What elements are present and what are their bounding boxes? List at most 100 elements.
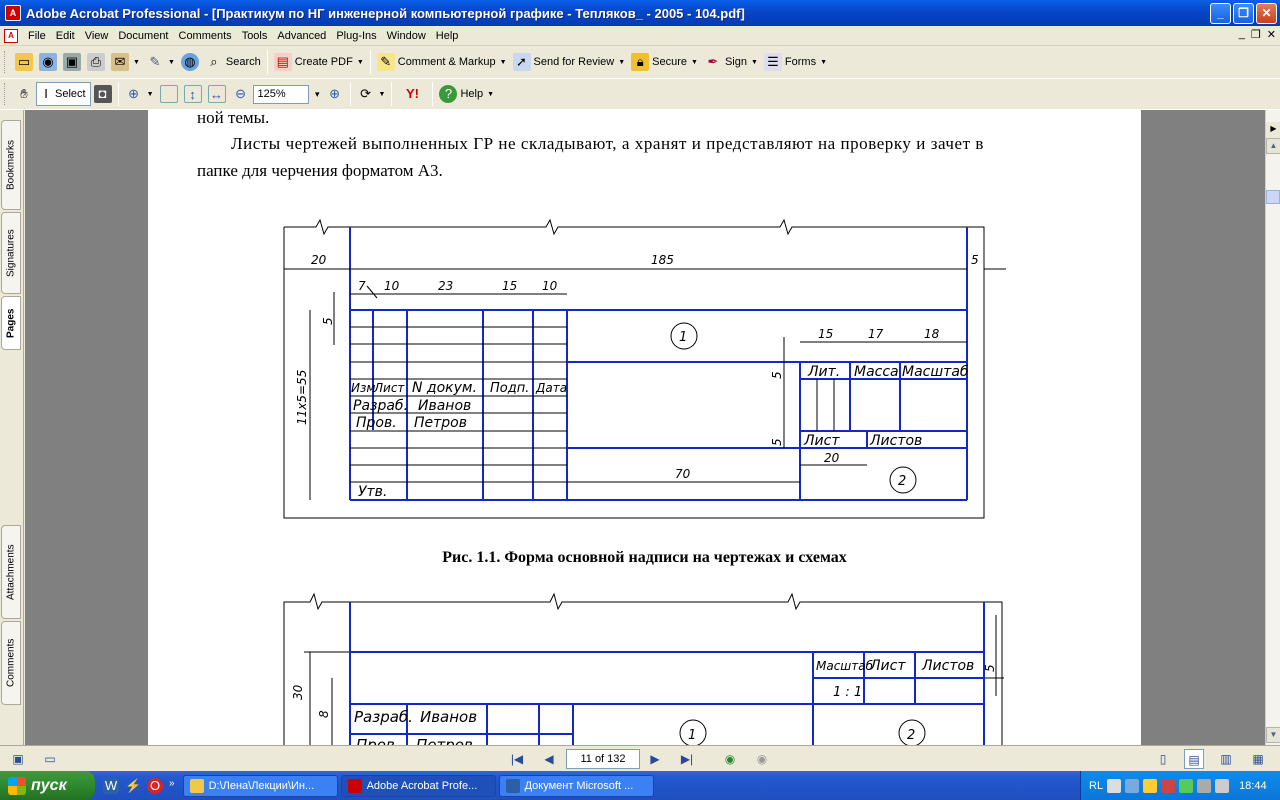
start-button[interactable]: пуск (0, 771, 95, 800)
menu-tools[interactable]: Tools (237, 27, 273, 45)
acrobat-app-icon[interactable]: A (5, 5, 21, 21)
camera-icon: ◘ (93, 85, 112, 103)
create-pdf-button[interactable]: ▤ Create PDF ▼ (271, 50, 367, 74)
task-word[interactable]: Документ Microsoft ... (498, 774, 654, 797)
tab-comments[interactable]: Comments (1, 621, 21, 705)
scroll-up-button[interactable]: ▲ (1266, 138, 1280, 154)
fit-width-button[interactable]: ↔ (205, 82, 229, 106)
panel-toggle-button[interactable]: ▣ (8, 749, 28, 769)
cell-data: Дата (535, 381, 567, 395)
scroll-down-button[interactable]: ▼ (1266, 727, 1280, 743)
single-page-view-button[interactable]: ▯ (1153, 749, 1173, 769)
page-number-field[interactable]: 11 of 132 (566, 749, 640, 769)
menu-advanced[interactable]: Advanced (272, 27, 331, 45)
attach-button[interactable]: ✎ ▼ (143, 50, 178, 74)
open-button[interactable]: ▭ (12, 50, 36, 74)
tray-icon-6[interactable] (1197, 778, 1212, 793)
tab-bookmarks[interactable]: Bookmarks (1, 120, 21, 210)
dim-20b: 20 (824, 451, 840, 465)
vertical-scrollbar[interactable]: ▶ ▲ ▼ (1265, 110, 1280, 745)
hand-tool-button[interactable]: ✋︎ (12, 82, 36, 106)
search-button[interactable]: ⌕ Search (202, 50, 264, 74)
zoom-tool-button[interactable]: ⊕ ▼ (122, 82, 157, 106)
forms-button[interactable]: ☰ Forms ▼ (761, 50, 830, 74)
cell-razrab-2: Разраб. (354, 708, 413, 726)
task-explorer[interactable]: D:\Лена\Лекции\Ин... (182, 774, 338, 797)
select-tool-button[interactable]: I Select (36, 82, 91, 106)
yahoo-button[interactable]: Y! (395, 82, 429, 106)
scroll-thumb[interactable] (1266, 190, 1280, 204)
page-size-button[interactable]: ▭ (40, 749, 60, 769)
last-page-button[interactable]: ▶| (677, 749, 697, 769)
facing-view-button[interactable]: ▥ (1216, 749, 1236, 769)
document-icon[interactable]: A (4, 28, 18, 43)
menu-plugins[interactable]: Plug-Ins (331, 27, 381, 45)
first-page-button[interactable]: |◀ (507, 749, 527, 769)
sign-button[interactable]: ✒ Sign ▼ (701, 50, 761, 74)
fit-page-button[interactable]: ↕ (181, 82, 205, 106)
hand-icon: ✋︎ (20, 86, 28, 101)
dim-15a: 15 (502, 279, 517, 293)
acrobat-icon (347, 778, 362, 793)
help-button[interactable]: ? Help ▼ (436, 82, 497, 106)
menu-file[interactable]: File (23, 27, 51, 45)
tab-pages[interactable]: Pages (1, 296, 21, 350)
next-page-button[interactable]: ▶ (645, 749, 665, 769)
clock[interactable]: 18:44 (1239, 780, 1267, 792)
rotate-button[interactable]: ⟳ ▼ (354, 82, 389, 106)
toolbar-grip-2[interactable] (4, 83, 7, 105)
tray-icon-1[interactable] (1107, 778, 1122, 793)
previous-page-button[interactable]: ◀ (539, 749, 559, 769)
tray-icon-7[interactable] (1215, 778, 1230, 793)
minimize-button[interactable]: _ (1210, 3, 1231, 24)
menu-view[interactable]: View (80, 27, 114, 45)
close-button[interactable]: ✕ (1256, 3, 1277, 24)
zoom-out-button[interactable]: ⊖ (229, 82, 253, 106)
print-button[interactable]: ⎙ (84, 50, 108, 74)
menu-help[interactable]: Help (431, 27, 464, 45)
email-button[interactable]: ✉ ▼ (108, 50, 143, 74)
tray-icon-5[interactable] (1179, 778, 1194, 793)
tab-attachments[interactable]: Attachments (1, 525, 21, 619)
go-forward-icon[interactable]: ◉ (752, 749, 772, 769)
zoom-select[interactable]: 125% (252, 84, 320, 104)
quicklaunch-app-icon[interactable]: ⚡ (125, 778, 141, 794)
menu-comments[interactable]: Comments (174, 27, 237, 45)
menu-edit[interactable]: Edit (51, 27, 80, 45)
language-indicator[interactable]: RL (1089, 780, 1103, 792)
figure-caption: Рис. 1.1. Форма основной надписи на черт… (442, 549, 847, 566)
tray-icon-2[interactable] (1125, 778, 1140, 793)
snapshot-button[interactable]: ◘ (91, 82, 115, 106)
web-button[interactable]: ◍ (178, 50, 202, 74)
send-review-button[interactable]: ➚ Send for Review ▼ (510, 50, 629, 74)
comment-markup-button[interactable]: ✎ Comment & Markup ▼ (374, 50, 510, 74)
restore-button[interactable]: ❐ (1233, 3, 1254, 24)
organizer-button[interactable]: ◉ (36, 50, 60, 74)
quicklaunch-opera-icon[interactable]: O (147, 777, 163, 794)
quicklaunch-word-icon[interactable]: W (103, 777, 119, 794)
secure-button[interactable]: 🔒︎ Secure ▼ (628, 50, 701, 74)
panel-expand-arrow[interactable]: ▶ (1266, 122, 1280, 138)
go-back-icon[interactable]: ◉ (720, 749, 740, 769)
save-button[interactable]: ▣ (60, 50, 84, 74)
tray-icon-3[interactable] (1143, 778, 1158, 793)
actual-size-button[interactable] (157, 82, 181, 106)
zoom-in-button[interactable]: ⊕ (323, 82, 347, 106)
forms-icon: ☰ (763, 53, 782, 71)
comment-icon: ✎ (376, 53, 395, 71)
quicklaunch-more-icon[interactable]: » (169, 778, 175, 794)
doc-minimize-button[interactable]: _ (1239, 28, 1245, 41)
cell-masshtab: Масштаб (902, 364, 969, 380)
toolbar-grip[interactable] (4, 51, 7, 73)
document-viewport[interactable]: ной темы. Листы чертежей выполненных ГР … (25, 110, 1265, 745)
menu-bar: A File Edit View Document Comments Tools… (0, 26, 1280, 46)
continuous-facing-view-button[interactable]: ▦ (1248, 749, 1268, 769)
tray-icon-4[interactable] (1161, 778, 1176, 793)
menu-document[interactable]: Document (113, 27, 173, 45)
continuous-view-button[interactable]: ▤ (1184, 749, 1204, 769)
tab-signatures[interactable]: Signatures (1, 212, 21, 294)
task-acrobat[interactable]: Adobe Acrobat Profe... (340, 774, 496, 797)
doc-restore-button[interactable]: ❐ (1251, 28, 1261, 41)
menu-window[interactable]: Window (382, 27, 431, 45)
doc-close-button[interactable]: ✕ (1267, 28, 1276, 41)
